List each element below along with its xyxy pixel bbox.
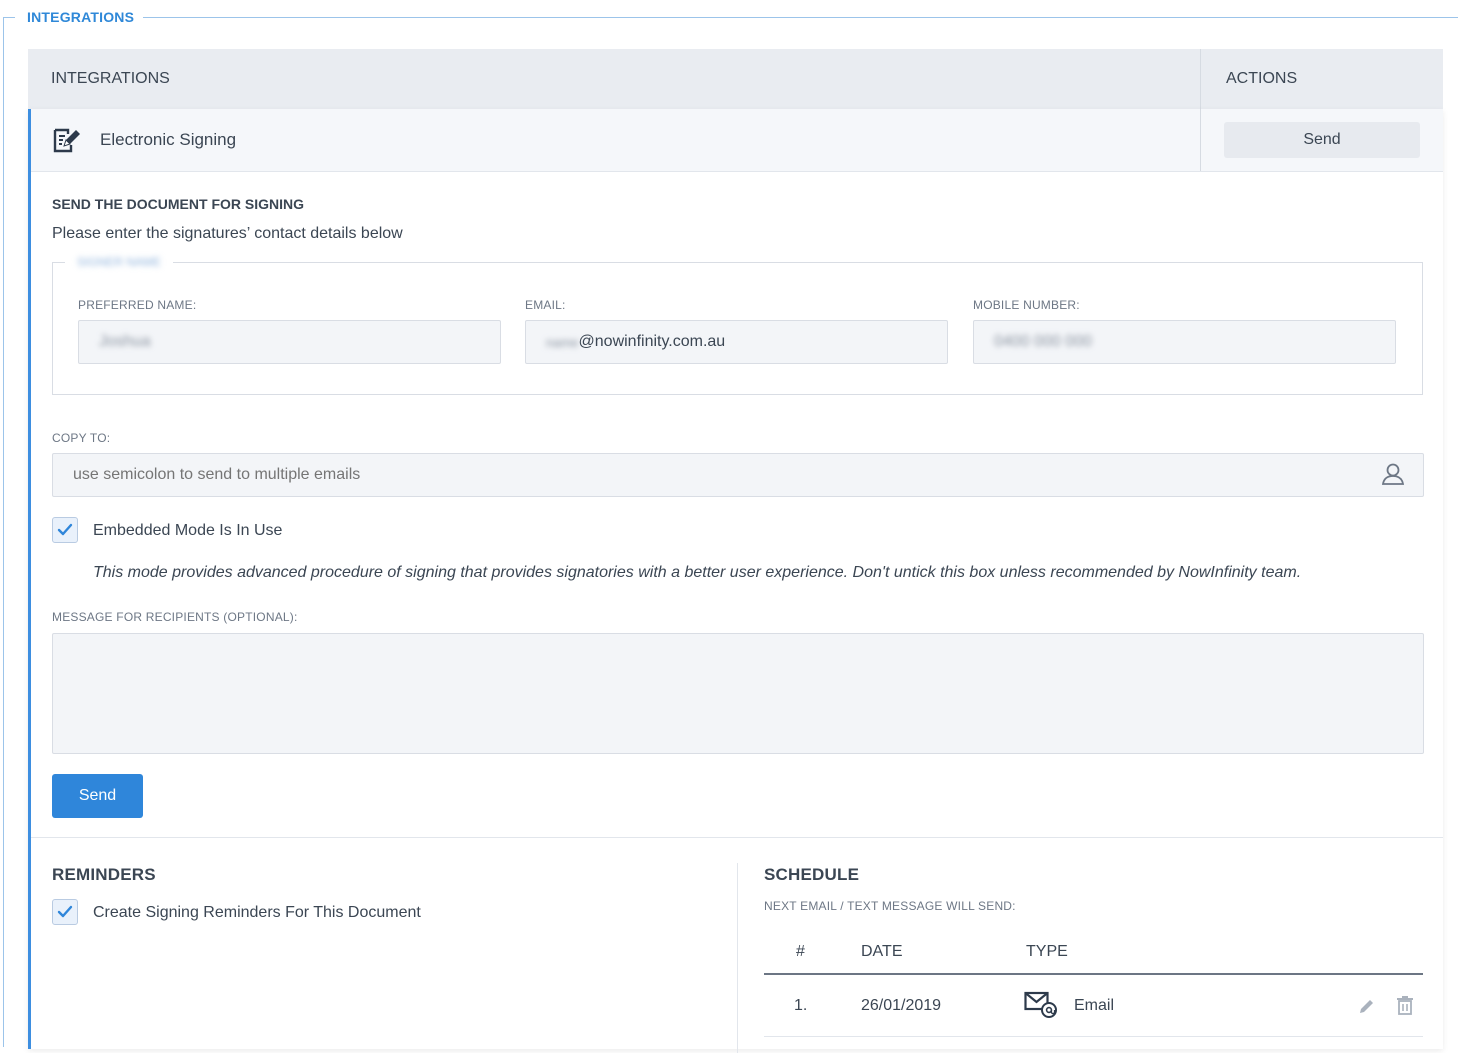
section-title: INTEGRATIONS bbox=[27, 9, 135, 25]
integration-name-cell: Electronic Signing bbox=[31, 109, 1201, 171]
fieldset-border-top bbox=[143, 17, 1458, 18]
section-divider bbox=[31, 837, 1443, 838]
contact-person-icon[interactable] bbox=[1380, 461, 1406, 492]
column-header-integrations: INTEGRATIONS bbox=[28, 49, 1201, 109]
checkmark-icon bbox=[57, 905, 73, 918]
preferred-name-value: Joshua bbox=[99, 333, 151, 350]
schedule-title: SCHEDULE bbox=[764, 865, 860, 884]
signing-document-icon bbox=[50, 125, 80, 155]
edit-pencil-icon[interactable] bbox=[1358, 997, 1376, 1020]
schedule-table-header: # DATE TYPE bbox=[764, 931, 1423, 975]
schedule-row-num: 1. bbox=[794, 997, 808, 1014]
email-at-icon bbox=[1024, 990, 1058, 1025]
mobile-value: 0400 000 000 bbox=[994, 333, 1092, 350]
fieldset-border-left bbox=[3, 17, 4, 1047]
column-divider bbox=[737, 863, 738, 1053]
email-value: @nowinfinity.com.au bbox=[578, 333, 726, 350]
fieldset-border bbox=[3, 17, 15, 18]
embedded-mode-note: This mode provides advanced procedure of… bbox=[93, 564, 1302, 581]
send-button[interactable]: Send bbox=[52, 774, 143, 818]
integration-actions-cell: Send bbox=[1201, 109, 1443, 171]
reminders-checkbox[interactable] bbox=[52, 899, 78, 925]
email-label: EMAIL: bbox=[525, 298, 566, 312]
schedule-col-type: TYPE bbox=[1026, 943, 1068, 960]
embedded-mode-checkbox[interactable] bbox=[52, 517, 78, 543]
row-send-button[interactable]: Send bbox=[1224, 122, 1420, 158]
integration-panel: Electronic Signing Send SEND THE DOCUMEN… bbox=[28, 109, 1443, 1053]
signer-legend: SIGNER NAME bbox=[65, 253, 174, 271]
embedded-mode-label: Embedded Mode Is In Use bbox=[93, 522, 283, 539]
signer-name-legend: SIGNER NAME bbox=[77, 255, 162, 269]
delete-trash-icon[interactable] bbox=[1396, 995, 1414, 1020]
schedule-col-num: # bbox=[796, 943, 805, 960]
schedule-subtitle: NEXT EMAIL / TEXT MESSAGE WILL SEND: bbox=[764, 899, 1016, 913]
email-prefix-blurred: name bbox=[546, 334, 579, 350]
schedule-col-date: DATE bbox=[861, 943, 903, 960]
schedule-row: 1. 26/01/2019 Email bbox=[764, 977, 1423, 1037]
integrations-table-header: INTEGRATIONS ACTIONS bbox=[28, 49, 1443, 109]
form-subtitle: Please enter the signatures’ contact det… bbox=[52, 225, 403, 242]
schedule-row-type: Email bbox=[1074, 997, 1115, 1014]
checkmark-icon bbox=[57, 523, 73, 536]
preferred-name-field[interactable]: Joshua bbox=[78, 320, 501, 364]
form-title: SEND THE DOCUMENT FOR SIGNING bbox=[52, 196, 305, 212]
mobile-label: MOBILE NUMBER: bbox=[973, 298, 1080, 312]
column-header-actions: ACTIONS bbox=[1226, 70, 1298, 87]
copy-to-input[interactable] bbox=[52, 453, 1424, 497]
preferred-name-label: PREFERRED NAME: bbox=[78, 298, 197, 312]
reminders-label: Create Signing Reminders For This Docume… bbox=[93, 904, 421, 921]
integration-name: Electronic Signing bbox=[100, 130, 237, 149]
mobile-field[interactable]: 0400 000 000 bbox=[973, 320, 1396, 364]
schedule-row-date: 26/01/2019 bbox=[861, 997, 942, 1014]
copy-to-label: COPY TO: bbox=[52, 431, 111, 445]
email-field[interactable]: name @nowinfinity.com.au bbox=[525, 320, 948, 364]
integration-row-electronic-signing: Electronic Signing Send bbox=[31, 109, 1443, 172]
message-textarea[interactable] bbox=[52, 633, 1424, 754]
reminders-title: REMINDERS bbox=[52, 865, 156, 884]
message-label: MESSAGE FOR RECIPIENTS (OPTIONAL): bbox=[52, 610, 298, 624]
